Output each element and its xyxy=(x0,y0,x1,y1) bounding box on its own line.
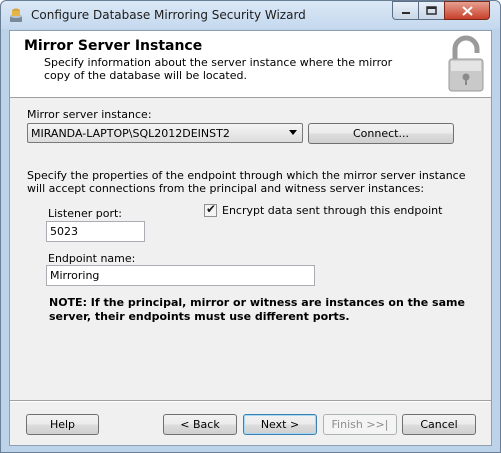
title-bar[interactable]: Configure Database Mirroring Security Wi… xyxy=(1,1,500,29)
mirror-instance-dropdown[interactable]: MIRANDA-LAPTOP\SQL2012DEINST2 xyxy=(27,123,303,143)
page-description: Specify information about the server ins… xyxy=(44,56,393,82)
listener-port-input[interactable] xyxy=(47,222,144,241)
mirror-instance-value: MIRANDA-LAPTOP\SQL2012DEINST2 xyxy=(31,127,230,140)
chevron-down-icon xyxy=(289,130,297,135)
endpoint-name-label: Endpoint name: xyxy=(48,252,136,265)
finish-button[interactable]: Finish >>| xyxy=(323,414,397,435)
page-title: Mirror Server Instance xyxy=(24,38,203,54)
minimize-icon xyxy=(401,11,410,14)
next-button[interactable]: Next > xyxy=(243,414,317,435)
maximize-button[interactable] xyxy=(418,1,445,20)
help-button[interactable]: Help xyxy=(26,414,99,435)
back-button[interactable]: < Back xyxy=(163,414,237,435)
page-header: Mirror Server Instance Specify informati… xyxy=(10,31,491,98)
checkmark-icon: ✔ xyxy=(206,202,217,216)
endpoint-name-field[interactable] xyxy=(46,265,315,286)
wizard-window: Configure Database Mirroring Security Wi… xyxy=(0,0,501,453)
cancel-button[interactable]: Cancel xyxy=(402,414,476,435)
minimize-button[interactable] xyxy=(392,1,419,20)
database-app-icon xyxy=(10,8,22,22)
mirror-instance-label: Mirror server instance: xyxy=(27,108,152,121)
endpoint-description: Specify the properties of the endpoint t… xyxy=(27,169,466,195)
encrypt-checkbox[interactable]: ✔ xyxy=(204,202,217,217)
padlock-icon xyxy=(448,35,484,92)
footer-divider xyxy=(10,400,491,402)
close-button[interactable] xyxy=(444,1,490,20)
listener-port-label: Listener port: xyxy=(48,207,123,220)
endpoint-name-input[interactable] xyxy=(47,266,314,285)
encrypt-label[interactable]: Encrypt data sent through this endpoint xyxy=(222,204,442,217)
maximize-icon xyxy=(426,6,437,15)
listener-port-field[interactable] xyxy=(46,221,145,242)
wizard-client-area: Mirror Server Instance Specify informati… xyxy=(9,30,492,446)
close-icon xyxy=(461,5,473,16)
window-title: Configure Database Mirroring Security Wi… xyxy=(31,8,306,22)
connect-button[interactable]: Connect... xyxy=(308,123,454,144)
ports-note: NOTE: If the principal, mirror or witnes… xyxy=(49,296,465,323)
